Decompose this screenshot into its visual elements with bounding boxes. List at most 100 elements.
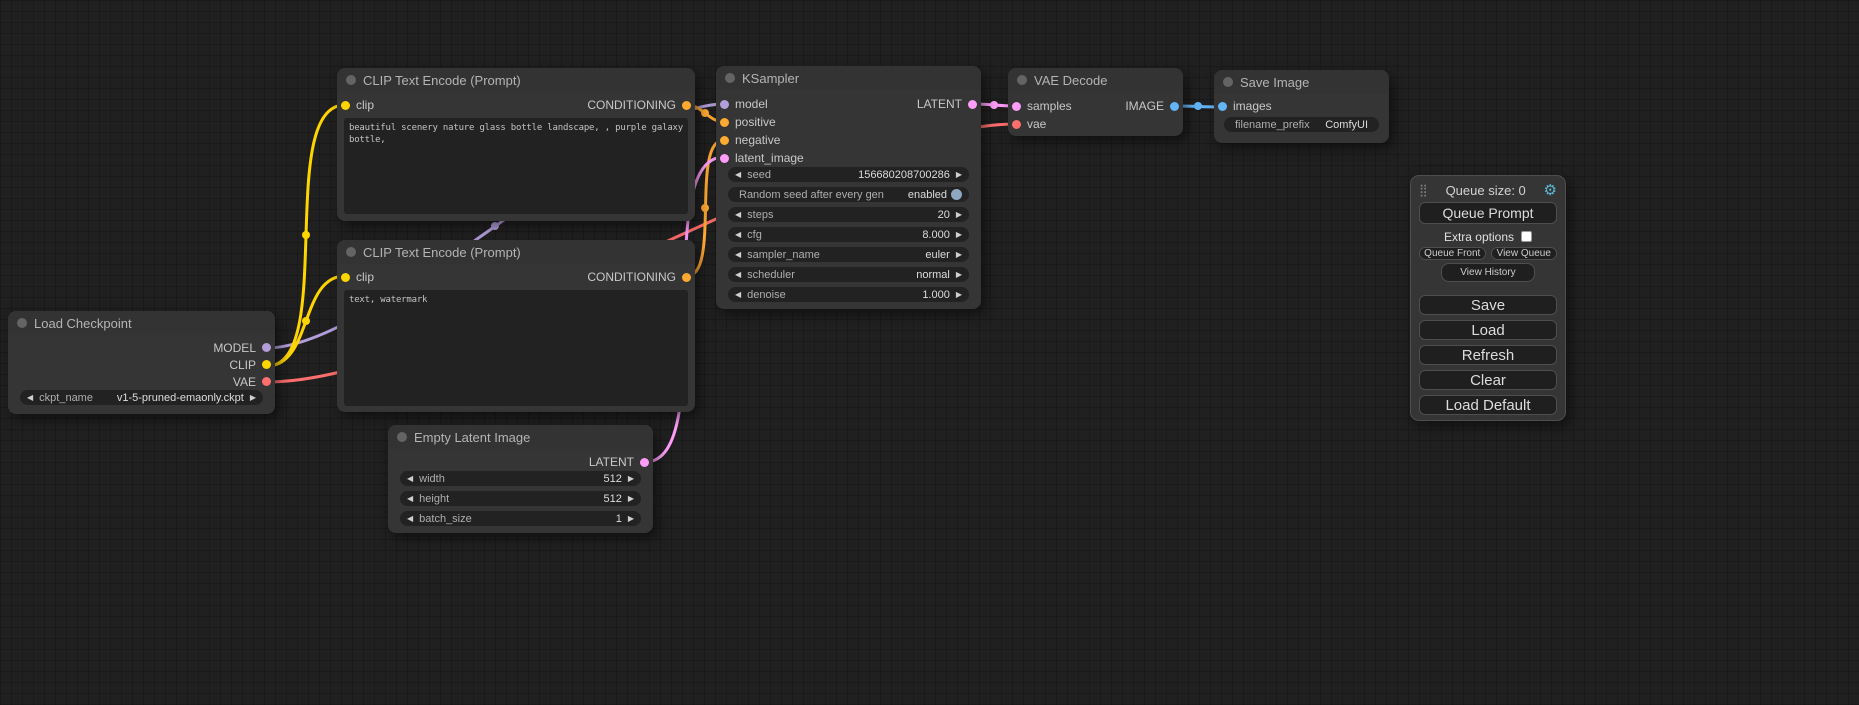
input-slot-positive[interactable]: positive bbox=[720, 115, 776, 129]
output-dot-image[interactable] bbox=[1170, 102, 1179, 111]
input-dot-clip[interactable] bbox=[341, 273, 350, 282]
widget-filename-prefix[interactable]: filename_prefix ComfyUI bbox=[1224, 117, 1379, 132]
collapse-dot[interactable] bbox=[17, 318, 27, 328]
collapse-dot[interactable] bbox=[346, 247, 356, 257]
toggle-dot[interactable] bbox=[951, 189, 962, 200]
input-dot-negative[interactable] bbox=[720, 136, 729, 145]
increment-arrow-icon[interactable]: ▶ bbox=[956, 171, 962, 179]
output-slot-image[interactable]: IMAGE bbox=[1125, 99, 1179, 113]
increment-arrow-icon[interactable]: ▶ bbox=[250, 394, 256, 402]
queue-prompt-button[interactable]: Queue Prompt bbox=[1419, 202, 1557, 224]
widget-batch-size[interactable]: ◀ batch_size 1 ▶ bbox=[400, 511, 641, 526]
input-dot-model[interactable] bbox=[720, 100, 729, 109]
node-empty-latent-image[interactable]: Empty Latent Image LATENT ◀ width 512 ▶ … bbox=[388, 425, 653, 533]
node-vae-decode[interactable]: VAE Decode samples IMAGE vae bbox=[1008, 68, 1183, 136]
decrement-arrow-icon[interactable]: ◀ bbox=[27, 394, 33, 402]
queue-front-button[interactable]: Queue Front bbox=[1419, 247, 1486, 260]
decrement-arrow-icon[interactable]: ◀ bbox=[407, 515, 413, 523]
load-default-button[interactable]: Load Default bbox=[1419, 395, 1557, 415]
widget-scheduler[interactable]: ◀ scheduler normal ▶ bbox=[728, 267, 969, 282]
increment-arrow-icon[interactable]: ▶ bbox=[628, 495, 634, 503]
widget-random-seed[interactable]: Random seed after every gen enabled bbox=[728, 187, 969, 202]
output-slot-latent[interactable]: LATENT bbox=[917, 97, 977, 111]
node-title-bar[interactable]: Empty Latent Image bbox=[388, 425, 653, 449]
node-clip-text-encode-positive[interactable]: CLIP Text Encode (Prompt) clip CONDITION… bbox=[337, 68, 695, 221]
decrement-arrow-icon[interactable]: ◀ bbox=[735, 211, 741, 219]
output-slot-latent[interactable]: LATENT bbox=[589, 455, 649, 469]
output-dot-vae[interactable] bbox=[262, 377, 271, 386]
increment-arrow-icon[interactable]: ▶ bbox=[956, 271, 962, 279]
output-slot-conditioning[interactable]: CONDITIONING bbox=[587, 98, 691, 112]
decrement-arrow-icon[interactable]: ◀ bbox=[735, 291, 741, 299]
node-title-bar[interactable]: CLIP Text Encode (Prompt) bbox=[337, 68, 695, 92]
refresh-button[interactable]: Refresh bbox=[1419, 345, 1557, 365]
output-dot-latent[interactable] bbox=[640, 458, 649, 467]
output-slot-vae[interactable]: VAE bbox=[233, 375, 271, 389]
input-slot-samples[interactable]: samples bbox=[1012, 99, 1072, 113]
decrement-arrow-icon[interactable]: ◀ bbox=[735, 231, 741, 239]
widget-ckpt-name[interactable]: ◀ ckpt_name v1-5-pruned-emaonly.ckpt ▶ bbox=[20, 390, 263, 405]
node-load-checkpoint[interactable]: Load Checkpoint MODEL CLIP VAE ◀ ckpt_na… bbox=[8, 311, 275, 414]
increment-arrow-icon[interactable]: ▶ bbox=[956, 251, 962, 259]
output-dot-conditioning[interactable] bbox=[682, 101, 691, 110]
output-slot-conditioning[interactable]: CONDITIONING bbox=[587, 270, 691, 284]
widget-seed[interactable]: ◀ seed 156680208700286 ▶ bbox=[728, 167, 969, 182]
collapse-dot[interactable] bbox=[725, 73, 735, 83]
decrement-arrow-icon[interactable]: ◀ bbox=[735, 171, 741, 179]
node-save-image[interactable]: Save Image images filename_prefix ComfyU… bbox=[1214, 70, 1389, 143]
input-dot-clip[interactable] bbox=[341, 101, 350, 110]
input-slot-clip[interactable]: clip bbox=[341, 270, 374, 284]
output-dot-conditioning[interactable] bbox=[682, 273, 691, 282]
queue-settings-gear-icon[interactable]: ⚙ bbox=[1544, 183, 1557, 198]
decrement-arrow-icon[interactable]: ◀ bbox=[407, 475, 413, 483]
prompt-textarea[interactable]: beautiful scenery nature glass bottle la… bbox=[344, 118, 688, 214]
input-dot-positive[interactable] bbox=[720, 118, 729, 127]
increment-arrow-icon[interactable]: ▶ bbox=[628, 515, 634, 523]
widget-steps[interactable]: ◀ steps 20 ▶ bbox=[728, 207, 969, 222]
widget-height[interactable]: ◀ height 512 ▶ bbox=[400, 491, 641, 506]
extra-options-checkbox[interactable] bbox=[1521, 231, 1532, 242]
input-slot-clip[interactable]: clip bbox=[341, 98, 374, 112]
collapse-dot[interactable] bbox=[346, 75, 356, 85]
output-dot-latent[interactable] bbox=[968, 100, 977, 109]
widget-sampler-name[interactable]: ◀ sampler_name euler ▶ bbox=[728, 247, 969, 262]
input-slot-images[interactable]: images bbox=[1218, 99, 1272, 113]
output-slot-clip[interactable]: CLIP bbox=[229, 358, 271, 372]
input-dot-images[interactable] bbox=[1218, 102, 1227, 111]
node-title-bar[interactable]: VAE Decode bbox=[1008, 68, 1183, 92]
input-slot-negative[interactable]: negative bbox=[720, 133, 780, 147]
node-clip-text-encode-negative[interactable]: CLIP Text Encode (Prompt) clip CONDITION… bbox=[337, 240, 695, 412]
decrement-arrow-icon[interactable]: ◀ bbox=[735, 251, 741, 259]
view-queue-button[interactable]: View Queue bbox=[1491, 247, 1558, 260]
input-slot-vae[interactable]: vae bbox=[1012, 117, 1046, 131]
decrement-arrow-icon[interactable]: ◀ bbox=[735, 271, 741, 279]
increment-arrow-icon[interactable]: ▶ bbox=[956, 291, 962, 299]
input-dot-latent-image[interactable] bbox=[720, 154, 729, 163]
node-title-bar[interactable]: Save Image bbox=[1214, 70, 1389, 94]
node-title-bar[interactable]: CLIP Text Encode (Prompt) bbox=[337, 240, 695, 264]
widget-denoise[interactable]: ◀ denoise 1.000 ▶ bbox=[728, 287, 969, 302]
prompt-textarea[interactable]: text, watermark bbox=[344, 290, 688, 406]
node-title-bar[interactable]: Load Checkpoint bbox=[8, 311, 275, 335]
clear-button[interactable]: Clear bbox=[1419, 370, 1557, 390]
node-title-bar[interactable]: KSampler bbox=[716, 66, 981, 90]
load-button[interactable]: Load bbox=[1419, 320, 1557, 340]
queue-drag-handle-icon[interactable]: ⣿ bbox=[1419, 183, 1428, 197]
increment-arrow-icon[interactable]: ▶ bbox=[628, 475, 634, 483]
output-slot-model[interactable]: MODEL bbox=[213, 341, 271, 355]
node-ksampler[interactable]: KSampler model LATENT positive negative bbox=[716, 66, 981, 309]
widget-cfg[interactable]: ◀ cfg 8.000 ▶ bbox=[728, 227, 969, 242]
input-slot-latent-image[interactable]: latent_image bbox=[720, 151, 804, 165]
input-dot-samples[interactable] bbox=[1012, 102, 1021, 111]
input-slot-model[interactable]: model bbox=[720, 97, 768, 111]
save-button[interactable]: Save bbox=[1419, 295, 1557, 315]
increment-arrow-icon[interactable]: ▶ bbox=[956, 231, 962, 239]
widget-width[interactable]: ◀ width 512 ▶ bbox=[400, 471, 641, 486]
output-dot-model[interactable] bbox=[262, 343, 271, 352]
collapse-dot[interactable] bbox=[397, 432, 407, 442]
decrement-arrow-icon[interactable]: ◀ bbox=[407, 495, 413, 503]
output-dot-clip[interactable] bbox=[262, 360, 271, 369]
input-dot-vae[interactable] bbox=[1012, 120, 1021, 129]
collapse-dot[interactable] bbox=[1017, 75, 1027, 85]
view-history-button[interactable]: View History bbox=[1441, 263, 1535, 282]
